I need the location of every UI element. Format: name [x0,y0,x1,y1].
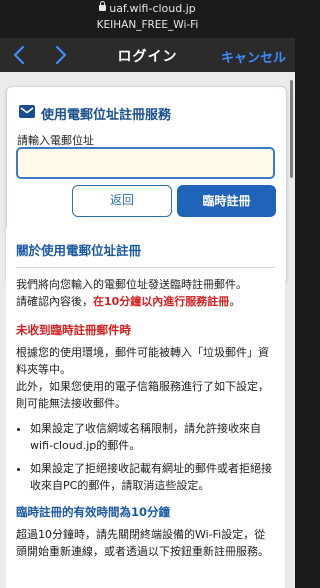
mail-icon [19,105,35,118]
scrollbar[interactable] [290,80,293,178]
intro-text-1: 我們將向您輸入的電郵位址發送臨時註冊郵件。 [16,278,247,291]
intro-highlight: 在10分鐘以內進行服務註冊 [93,295,230,308]
email-label: 請輸入電郵位址 [17,134,94,147]
main-content: 使用電郵位址註冊服務 請輸入電郵位址 返回 臨時註冊 關於使用電郵位址註冊 我們… [0,72,295,588]
body-text-3: 超過10分鐘時，請先關閉終端設備的Wi-Fi設定，從頭開始重新連線，或者透過以下… [16,528,269,558]
divider [16,267,275,268]
body-text-1: 根據您的使用環境，郵件可能被轉入「垃圾郵件」資料夾等中。 [16,346,269,376]
back-button[interactable]: 返回 [72,185,172,217]
nav-bar: ログイン キャンセル [0,38,295,72]
info-title: 關於使用電郵位址註冊 [16,243,142,258]
url-text: uaf.wifi-cloud.jp [109,2,196,15]
bullet-item: 如果設定了收信網域名稱限制，請允許接收來自wifi-cloud.jp的郵件。 [30,420,275,454]
info-section: 關於使用電郵位址註冊 我們將向您輸入的電郵位址發送臨時註冊郵件。 請確認內容後，… [6,228,285,588]
bullet-item: 如果設定了拒絕接收記載有網址的郵件或者拒絕接收來自PC的郵件，請取消這些設定。 [30,460,275,494]
card-heading: 使用電郵位址註冊服務 [41,108,172,123]
subheading-not-received: 未收到臨時註冊郵件時 [16,323,131,337]
intro-suffix: 。 [229,295,241,308]
body-text-2: 此外，如果您使用的電子信箱服務進行了如下設定，則可能無法接收郵件。 [16,380,269,410]
cancel-button[interactable]: キャンセル [221,47,286,66]
lock-icon [99,1,107,11]
bullet-list: 如果設定了收信網域名稱限制，請允許接收來自wifi-cloud.jp的郵件。 如… [16,420,275,494]
browser-status-bar: uaf.wifi-cloud.jp KEIHAN_FREE_Wi-Fi [0,0,295,38]
register-button[interactable]: 臨時註冊 [177,185,276,217]
email-input[interactable] [16,147,275,179]
url-display: uaf.wifi-cloud.jp [0,1,295,16]
intro-text-2: 請確認內容後，在10分鐘以內進行服務註冊。 [16,293,275,310]
network-name: KEIHAN_FREE_Wi-Fi [96,19,199,31]
intro-prefix: 請確認內容後， [16,295,93,308]
subheading-validity: 臨時註冊的有效時間為10分鐘 [16,505,171,519]
